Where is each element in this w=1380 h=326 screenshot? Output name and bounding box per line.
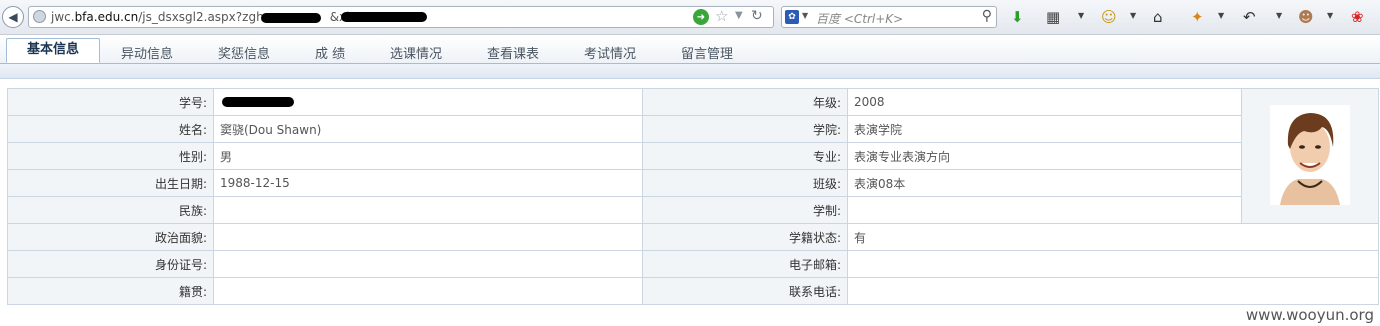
table-row: 性别: 男 专业: 表演专业表演方向 [7, 142, 1379, 170]
field-label: 政治面貌: [7, 223, 214, 251]
table-row: 身份证号: 电子邮箱: [7, 250, 1379, 278]
redaction-mark [222, 97, 294, 107]
field-label: 身份证号: [7, 250, 214, 278]
table-row: 籍贯: 联系电话: [7, 277, 1379, 305]
site-identity-icon[interactable] [33, 10, 46, 23]
field-label: 班级: [642, 169, 848, 197]
tab-status-changes[interactable]: 异动信息 [121, 43, 173, 62]
table-row: 民族: 学制: [7, 196, 1379, 224]
table-row: 出生日期: 1988-12-15 班级: 表演08本 [7, 169, 1379, 197]
tab-bar: 基本信息 异动信息 奖惩信息 成 绩 选课情况 查看课表 考试情况 留言管理 [0, 35, 1380, 64]
field-value: 窦骁(Dou Shawn) [213, 115, 643, 143]
reload-icon[interactable]: ↻ [751, 8, 763, 24]
tab-timetable[interactable]: 查看课表 [487, 43, 539, 62]
field-value: 表演08本 [847, 169, 1242, 197]
field-value: 有 [847, 223, 1379, 251]
search-bar[interactable]: ✿ ▼ 百度 <Ctrl+K> ⚲ [781, 6, 997, 28]
addon-dropdown-icon[interactable]: ▼ [1130, 11, 1136, 20]
field-label: 电子邮箱: [642, 250, 848, 278]
tab-rewards-penalties[interactable]: 奖惩信息 [218, 43, 270, 62]
field-value: 2008 [847, 88, 1242, 116]
address-bar[interactable]: jwc.bfa.edu.cn/js_dsxsgl2.aspx?zgh=&xh= … [28, 6, 774, 28]
field-value [847, 277, 1379, 305]
monkey-dropdown-icon[interactable]: ▼ [1327, 11, 1333, 20]
field-value [213, 277, 643, 305]
home-icon[interactable]: ⌂ [1153, 8, 1163, 26]
field-label: 学制: [642, 196, 848, 224]
addon-face-icon[interactable]: ☺ [1101, 8, 1117, 26]
redaction-mark [341, 12, 427, 22]
field-label: 学籍状态: [642, 223, 848, 251]
field-value [847, 250, 1379, 278]
field-label: 民族: [7, 196, 214, 224]
baidu-engine-icon[interactable]: ✿ [785, 10, 799, 24]
field-label: 专业: [642, 142, 848, 170]
content-header-stripe [0, 64, 1380, 79]
field-label: 联系电话: [642, 277, 848, 305]
engine-dropdown-icon[interactable]: ▼ [802, 11, 808, 20]
tab-exams[interactable]: 考试情况 [584, 43, 636, 62]
tab-basic-info[interactable]: 基本信息 [6, 38, 100, 63]
back-button[interactable]: ◀ [2, 6, 24, 28]
field-value: 表演学院 [847, 115, 1242, 143]
bird-addon-icon[interactable]: ✦ [1191, 8, 1204, 26]
history-dropdown-icon[interactable]: ▼ [735, 10, 743, 21]
screenshot-dropdown-icon[interactable]: ▼ [1078, 11, 1084, 20]
field-value: 表演专业表演方向 [847, 142, 1242, 170]
field-label: 学院: [642, 115, 848, 143]
table-row: 学号: 年级: 2008 [7, 88, 1379, 224]
search-input[interactable]: 百度 <Ctrl+K> [816, 10, 903, 27]
field-value: 男 [213, 142, 643, 170]
bird-dropdown-icon[interactable]: ▼ [1218, 11, 1224, 20]
tab-course-selection[interactable]: 选课情况 [390, 43, 442, 62]
field-value: 1988-12-15 [213, 169, 643, 197]
tab-messages[interactable]: 留言管理 [681, 43, 733, 62]
go-arrow-icon[interactable]: ➜ [693, 9, 709, 25]
download-icon[interactable]: ⬇ [1011, 8, 1024, 26]
field-label: 籍贯: [7, 277, 214, 305]
photo-cell [1241, 88, 1379, 224]
field-value [213, 250, 643, 278]
monkey-addon-icon[interactable]: ☻ [1298, 8, 1314, 26]
gesture-icon[interactable]: ↶ [1243, 8, 1256, 26]
table-row: 政治面貌: 学籍状态: 有 [7, 223, 1379, 251]
field-label: 出生日期: [7, 169, 214, 197]
field-label: 学号: [7, 88, 214, 116]
field-value [213, 223, 643, 251]
table-row: 姓名: 窦骁(Dou Shawn) 学院: 表演学院 [7, 115, 1379, 143]
fu-addon-icon[interactable]: ❀ [1351, 8, 1364, 26]
tab-grades[interactable]: 成 绩 [315, 43, 345, 62]
student-info-table: 学号: 年级: 2008 姓名: 窦骁(Dou Shawn) 学院: 表演学院 … [7, 88, 1379, 305]
watermark: www.wooyun.org [1245, 306, 1374, 324]
field-value [213, 196, 643, 224]
field-label: 姓名: [7, 115, 214, 143]
field-label: 性别: [7, 142, 214, 170]
student-photo [1270, 104, 1350, 205]
field-label: 年级: [642, 88, 848, 116]
gesture-dropdown-icon[interactable]: ▼ [1276, 11, 1282, 20]
redaction-mark [261, 13, 321, 23]
screenshot-icon[interactable]: ▦ [1046, 8, 1060, 26]
browser-toolbar: ◀ jwc.bfa.edu.cn/js_dsxsgl2.aspx?zgh=&xh… [0, 0, 1380, 35]
bookmark-star-icon[interactable]: ☆ [715, 7, 728, 25]
field-value [847, 196, 1242, 224]
search-icon[interactable]: ⚲ [982, 8, 992, 24]
student-id-value [213, 88, 643, 116]
